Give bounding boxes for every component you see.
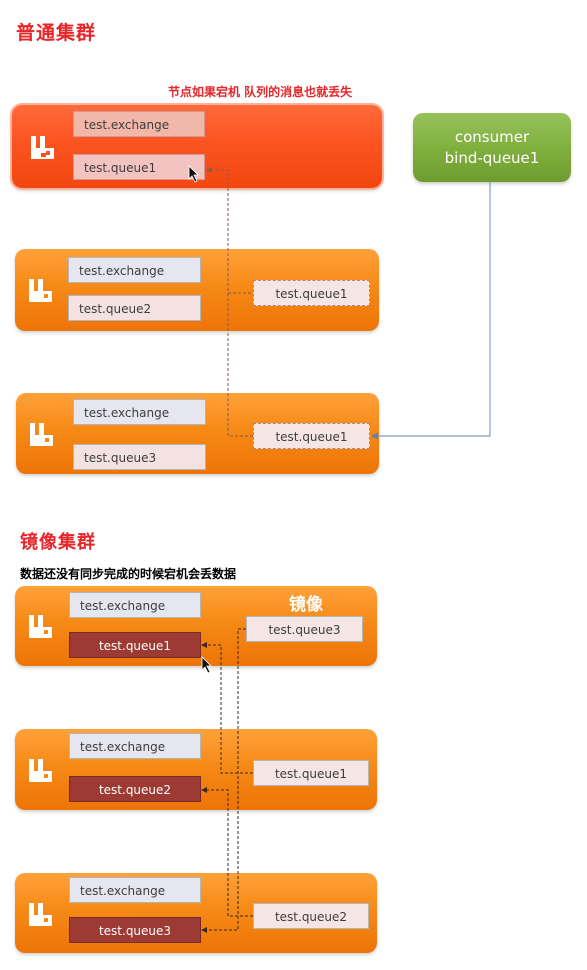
exchange-box[interactable]: test.exchange	[69, 592, 201, 618]
mirror-cluster-title: 镜像集群	[20, 532, 96, 553]
normal-cluster-note: 节点如果宕机 队列的消息也就丢失	[168, 85, 353, 99]
exchange-box[interactable]: test.exchange	[69, 877, 201, 903]
mirror-node-2[interactable]: test.exchange test.queue2 test.queue1	[15, 729, 377, 810]
mirror-node-1[interactable]: test.exchange test.queue1 镜像 test.queue3	[15, 586, 377, 666]
consumer-binding-line	[371, 182, 491, 437]
queue-box[interactable]: test.queue3	[73, 444, 206, 470]
rabbitmq-logo-icon	[28, 132, 58, 162]
replica-queue-box[interactable]: test.queue2	[253, 903, 369, 929]
queue-box[interactable]: test.queue1	[73, 154, 205, 180]
rabbitmq-logo-icon	[26, 275, 56, 305]
mirror-queue-box[interactable]: test.queue1	[69, 632, 201, 658]
exchange-box[interactable]: test.exchange	[68, 257, 201, 283]
rabbitmq-logo-icon	[26, 899, 56, 929]
mirror-queue-box[interactable]: test.queue2	[69, 776, 201, 802]
normal-node-3[interactable]: test.exchange test.queue3 test.queue1	[16, 393, 379, 474]
exchange-box[interactable]: test.exchange	[69, 733, 201, 759]
mirror-label: 镜像	[289, 595, 323, 615]
queue-box[interactable]: test.queue2	[68, 295, 201, 321]
normal-node-2[interactable]: test.exchange test.queue2 test.queue1	[15, 249, 379, 331]
replica-queue-box[interactable]: test.queue1	[253, 280, 370, 306]
consumer-label: consumer	[454, 127, 530, 146]
normal-cluster-title: 普通集群	[16, 22, 97, 44]
replica-queue-box[interactable]: test.queue1	[253, 423, 370, 449]
mirror-queue-box[interactable]: test.queue3	[69, 917, 201, 943]
replica-queue-box[interactable]: test.queue3	[246, 616, 363, 642]
exchange-box[interactable]: test.exchange	[73, 399, 206, 425]
consumer-box[interactable]: consumer bind-queue1	[413, 113, 571, 182]
mirror-cluster-note: 数据还没有同步完成的时候宕机会丢数据	[20, 567, 237, 581]
normal-node-1[interactable]: test.exchange test.queue1	[12, 105, 382, 188]
mirror-node-3[interactable]: test.exchange test.queue3 test.queue2	[15, 873, 377, 953]
rabbitmq-logo-icon	[26, 611, 56, 641]
consumer-binding-label: bind-queue1	[444, 148, 540, 167]
replica-queue-box[interactable]: test.queue1	[253, 760, 369, 786]
rabbitmq-logo-icon	[26, 755, 56, 785]
exchange-box[interactable]: test.exchange	[73, 111, 205, 137]
rabbitmq-logo-icon	[27, 419, 57, 449]
